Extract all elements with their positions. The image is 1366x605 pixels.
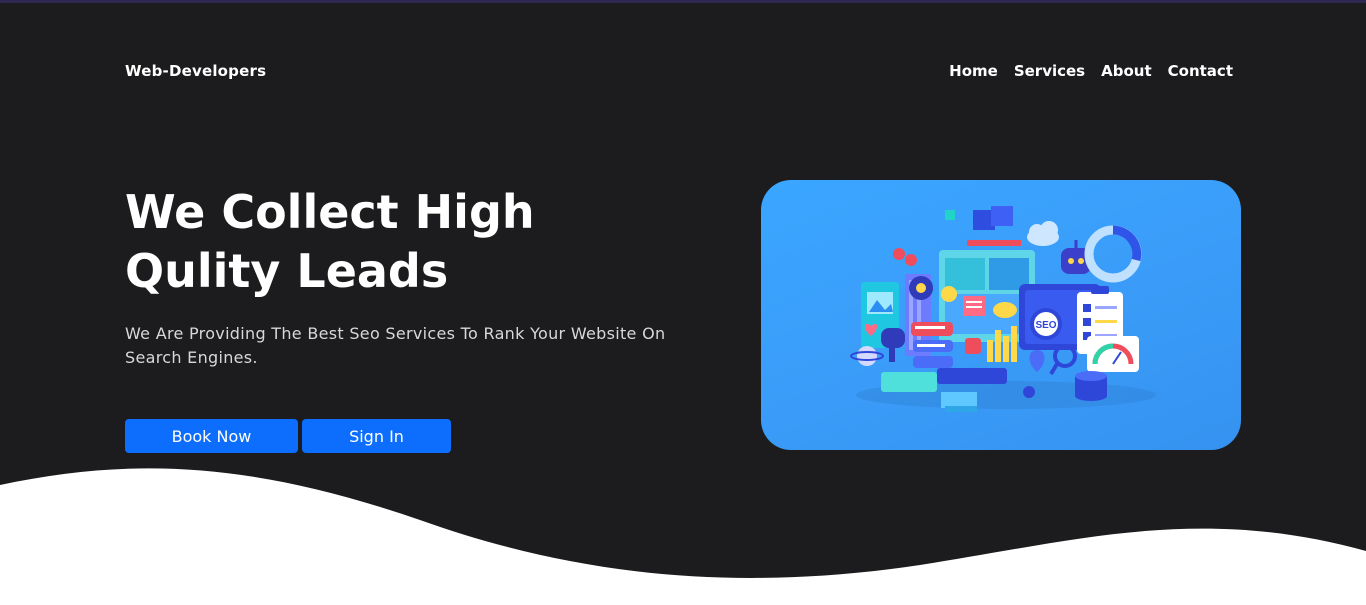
pin-icon (893, 248, 917, 266)
sphere-icon (1023, 386, 1035, 398)
book-now-button[interactable]: Book Now (125, 419, 298, 453)
seo-illustration: SEO (850, 206, 1156, 412)
sign-in-button[interactable]: Sign In (302, 419, 451, 453)
gear-icon (909, 276, 933, 300)
smiley-icon (941, 286, 957, 302)
donut-chart-icon (1084, 225, 1142, 283)
landing-page: Web-Developers Home Services About Conta… (0, 0, 1366, 605)
document-icon (963, 296, 985, 316)
seo-badge-text: SEO (1035, 320, 1056, 331)
hero-illustration-card: SEO (761, 180, 1241, 450)
cube-icon (945, 206, 1013, 230)
chat-bubble-icon (911, 322, 953, 368)
hero-title: We Collect High Qulity Leads (125, 183, 645, 301)
main-nav: Home Services About Contact (949, 62, 1233, 80)
top-border (0, 0, 1366, 3)
nav-item-home[interactable]: Home (949, 62, 998, 80)
location-pin-icon (1029, 350, 1045, 372)
hero-title-line-2: Qulity Leads (125, 244, 449, 298)
like-icon (965, 338, 981, 354)
planet-icon (850, 346, 884, 366)
nav-item-services[interactable]: Services (1014, 62, 1085, 80)
magnifier-icon (1049, 344, 1077, 376)
mailbox-icon (881, 328, 905, 362)
wave-divider (0, 468, 1366, 605)
hero-subtitle: We Are Providing The Best Seo Services T… (125, 324, 666, 367)
message-icon (993, 302, 1017, 318)
keyboard-icon (937, 368, 1007, 384)
gauge-icon (1087, 336, 1139, 372)
cloud-icon (1027, 221, 1059, 246)
nav-item-about[interactable]: About (1101, 62, 1152, 80)
brand-logo[interactable]: Web-Developers (125, 62, 266, 80)
cylinder-icon (1075, 371, 1107, 401)
nav-item-contact[interactable]: Contact (1168, 62, 1233, 80)
hero-title-line-1: We Collect High (125, 185, 535, 239)
ruler-icon (967, 240, 1021, 246)
